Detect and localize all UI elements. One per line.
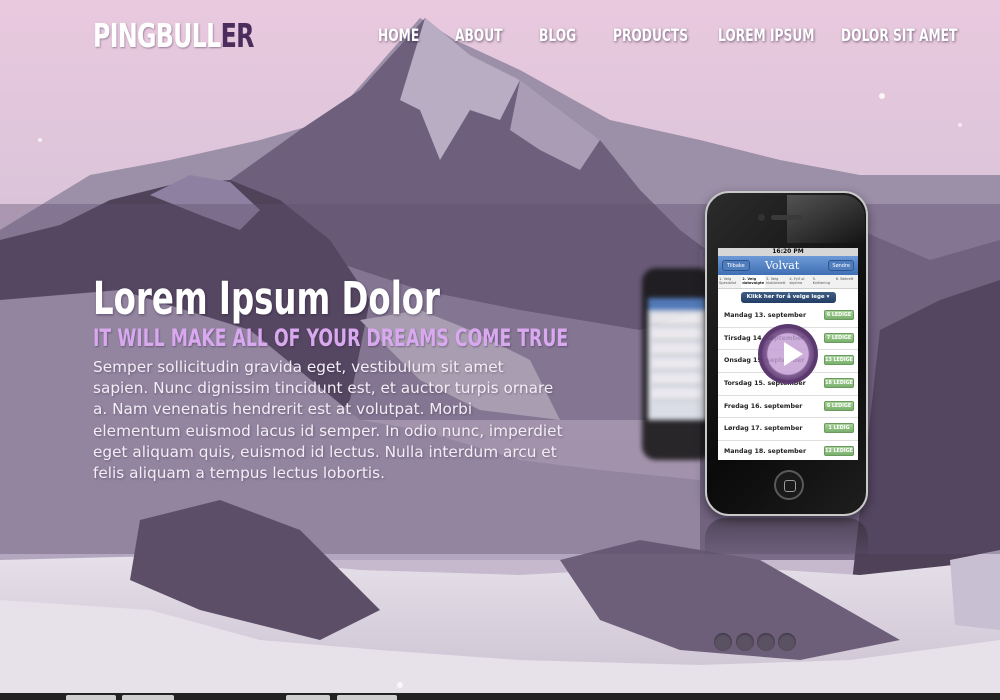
- app-availability-badge: 18 LEDIGE: [824, 378, 854, 389]
- nav-products[interactable]: PRODUCTS: [613, 26, 688, 46]
- app-day-label: Fredag 16. september: [724, 402, 803, 410]
- app-availability-badge: 7 LEDIGE: [824, 332, 854, 343]
- app-header: Tilbake Volvat Søndre: [718, 256, 858, 275]
- play-icon: [784, 342, 803, 366]
- home-button-icon: [774, 470, 804, 500]
- app-action-button: Søndre: [828, 260, 854, 271]
- app-availability-badge: 1 LEDIG: [824, 423, 854, 434]
- slider-dot-3[interactable]: [757, 633, 775, 651]
- main-nav: HOME ABOUT BLOG PRODUCTS LOREM IPSUM DOL…: [0, 26, 1000, 50]
- app-day-label: Mandag 13. september: [724, 312, 807, 319]
- app-step: 3. Velg klokkeslett: [766, 277, 786, 285]
- hero-title: Lorem Ipsum Dolor: [93, 272, 441, 325]
- nav-home[interactable]: HOME: [378, 26, 419, 46]
- app-step: 4. Fyll ut skjema: [789, 277, 805, 285]
- nav-dolor-sit-amet[interactable]: DOLOR SIT AMET: [841, 26, 957, 46]
- video-play-button[interactable]: [758, 324, 818, 384]
- slider-dot-4[interactable]: [778, 633, 796, 651]
- app-availability-badge: 13 LEDIGE: [824, 355, 854, 366]
- app-availability-badge: 12 LEDIGE: [824, 446, 854, 457]
- app-day-row: Lørdag 17. september 1 LEDIG: [718, 418, 858, 442]
- slider-dot-1[interactable]: [714, 633, 732, 651]
- hero-description: Semper sollicitudin gravida eget, vestib…: [93, 358, 563, 483]
- app-day-label: Mandag 18. september: [724, 448, 807, 456]
- page-bottom-strip: [0, 693, 1000, 700]
- app-availability-badge: 6 LEDIGE: [824, 310, 854, 320]
- blurred-phone-image: [642, 268, 712, 460]
- app-step: 6. Bekreft: [835, 277, 854, 281]
- speaker-grille: [771, 215, 803, 220]
- app-day-label: Lørdag 17. september: [724, 425, 803, 433]
- app-back-button: Tilbake: [722, 260, 750, 271]
- app-step: 1. Velg Spesialist: [719, 277, 737, 285]
- hero-subtitle: IT WILL MAKE ALL OF YOUR DREAMS COME TRU…: [93, 324, 569, 352]
- phone-status-time: 16:20 PM: [718, 248, 858, 256]
- app-step: 5. Kvittering: [812, 277, 831, 285]
- nav-about[interactable]: ABOUT: [455, 26, 502, 46]
- app-steps: 1. Velg Spesialist 2. Velg datovalgte 3.…: [718, 275, 858, 289]
- app-logo: Volvat: [765, 259, 800, 272]
- app-step-active: 2. Velg datovalgte: [741, 275, 766, 288]
- slider-dot-2[interactable]: [736, 633, 754, 651]
- app-day-row: Fredag 16. september 6 LEDIGE: [718, 396, 858, 419]
- camera-icon: [758, 214, 765, 221]
- app-day-row: Mandag 18. september 12 LEDIGE: [718, 441, 858, 460]
- nav-lorem-ipsum[interactable]: LOREM IPSUM: [718, 26, 814, 46]
- phone-reflection: [705, 518, 868, 558]
- nav-blog[interactable]: BLOG: [539, 26, 576, 46]
- app-availability-badge: 6 LEDIGE: [824, 400, 854, 411]
- app-select-doctor-button: Klikk her for å velge lege ▾: [740, 292, 836, 303]
